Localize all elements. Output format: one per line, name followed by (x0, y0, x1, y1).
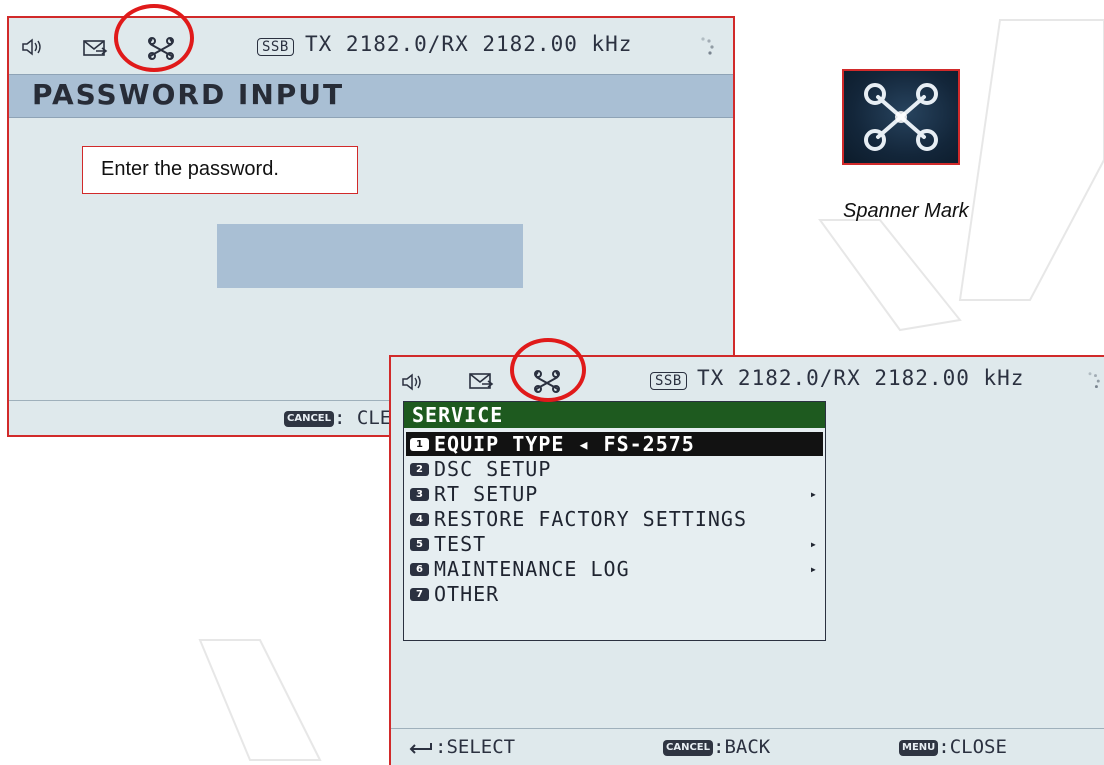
select-softkey-label: :SELECT (435, 736, 516, 758)
mode-badge: SSB (650, 372, 687, 390)
menu-item-label: DSC SETUP (434, 457, 552, 481)
menu-item-dsc-setup[interactable]: 2 DSC SETUP (406, 457, 823, 481)
item-number-badge: 3 (410, 488, 429, 501)
submenu-arrow-icon: ▸ (809, 562, 817, 576)
menu-item-equip-type[interactable]: 1 EQUIP TYPE ◂ FS-2575 (406, 432, 823, 456)
spanner-mark-caption: Spanner Mark (843, 200, 969, 222)
speaker-icon (22, 38, 41, 56)
menu-item-test[interactable]: 5 TEST ▸ (406, 532, 823, 556)
menu-item-maintenance-log[interactable]: 6 MAINTENANCE LOG ▸ (406, 557, 823, 581)
page-title-bar: PASSWORD INPUT (9, 74, 733, 118)
submenu-arrow-icon: ▸ (809, 537, 817, 551)
spanner-icon (864, 83, 938, 151)
select-softkey[interactable]: :SELECT (405, 736, 515, 758)
service-menu: SERVICE 1 EQUIP TYPE ◂ FS-2575 2 DSC SET… (403, 401, 826, 641)
busy-spinner-icon (701, 37, 714, 55)
menu-item-label: RT SETUP (434, 482, 539, 506)
menu-key-chip: MENU (899, 739, 939, 756)
cancel-softkey[interactable]: CANCEL: CLE (284, 407, 391, 429)
menu-item-label: RESTORE FACTORY SETTINGS (434, 507, 747, 531)
menu-item-rt-setup[interactable]: 3 RT SETUP ▸ (406, 482, 823, 506)
page-title: PASSWORD INPUT (32, 78, 345, 111)
item-number-badge: 4 (410, 513, 429, 526)
close-softkey[interactable]: MENU:CLOSE (899, 736, 1007, 758)
close-softkey-label: :CLOSE (938, 736, 1007, 758)
speaker-icon (402, 373, 421, 391)
item-number-badge: 5 (410, 538, 429, 551)
cancel-key-chip: CANCEL (663, 739, 713, 756)
message-icon (83, 40, 108, 56)
back-softkey-label: :BACK (713, 736, 771, 758)
cancel-key-chip: CANCEL (284, 410, 334, 427)
frequency-readout: TX 2182.0/RX 2182.00 kHz (697, 366, 1025, 390)
menu-title: SERVICE (404, 402, 825, 428)
item-number-badge: 1 (410, 438, 429, 451)
busy-spinner-icon (1088, 372, 1100, 389)
cancel-softkey-label: : CLE (334, 407, 392, 429)
menu-item-label: OTHER (434, 582, 500, 606)
item-number-badge: 2 (410, 463, 429, 476)
back-softkey[interactable]: CANCEL:BACK (663, 736, 770, 758)
submenu-arrow-icon: ▸ (809, 487, 817, 501)
spanner-highlight-circle (510, 338, 586, 402)
instruction-callout: Enter the password. (82, 146, 358, 194)
service-menu-screen: SSB TX 2182.0/RX 2182.00 kHz SERVICE 1 E… (389, 355, 1104, 765)
item-number-badge: 7 (410, 588, 429, 601)
spanner-highlight-circle (114, 4, 194, 72)
menu-item-label: TEST (434, 532, 487, 556)
softkey-bar: :SELECT CANCEL:BACK MENU:CLOSE (391, 728, 1104, 765)
menu-item-restore-factory-settings[interactable]: 4 RESTORE FACTORY SETTINGS (406, 507, 823, 531)
mode-badge: SSB (257, 38, 294, 56)
status-bar: SSB TX 2182.0/RX 2182.00 kHz (391, 357, 1104, 401)
item-number-badge: 6 (410, 563, 429, 576)
password-input[interactable] (217, 224, 523, 288)
menu-item-label: MAINTENANCE LOG (434, 557, 630, 581)
enter-key-icon (409, 742, 432, 754)
spanner-mark-image (842, 69, 960, 165)
menu-item-label: EQUIP TYPE ◂ FS-2575 (434, 432, 695, 456)
message-icon (469, 373, 494, 389)
menu-item-other[interactable]: 7 OTHER (406, 582, 823, 606)
frequency-readout: TX 2182.0/RX 2182.00 kHz (305, 32, 633, 56)
